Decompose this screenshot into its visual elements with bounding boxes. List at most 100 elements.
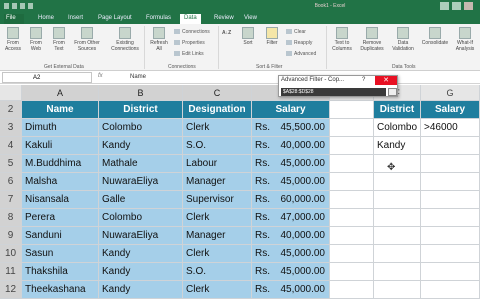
minimize-button[interactable]	[440, 2, 449, 10]
header-district[interactable]: District	[99, 101, 183, 119]
cell-salary[interactable]: Rs. 45,000.00	[252, 281, 330, 299]
row-header[interactable]: 8	[0, 209, 22, 227]
consolidate-button[interactable]: Consolidate	[420, 27, 450, 46]
cell-name[interactable]: Theekashana	[22, 281, 99, 299]
cell-designation[interactable]: Labour	[183, 155, 252, 173]
sort-az-button[interactable]: A↓Z	[222, 30, 231, 36]
cell-empty[interactable]	[330, 119, 374, 137]
cell-salary[interactable]: Rs. 47,000.00	[252, 209, 330, 227]
cell-empty[interactable]	[330, 173, 374, 191]
existing-connections-button[interactable]: Existing Connections	[108, 27, 142, 52]
row-header[interactable]: 3	[0, 119, 22, 137]
cell-designation[interactable]: S.O.	[183, 137, 252, 155]
fx-icon[interactable]: fx	[98, 73, 103, 79]
formula-input[interactable]: Name	[130, 74, 146, 80]
tab-view[interactable]: View	[244, 15, 257, 21]
cell-salary[interactable]: Rs. 60,000.00	[252, 191, 330, 209]
clear-filter-item[interactable]: Clear	[286, 29, 306, 35]
from-access-button[interactable]: From Access	[2, 27, 24, 52]
cell-salary[interactable]: Rs. 45,000.00	[252, 155, 330, 173]
cell-criteria[interactable]	[374, 173, 421, 191]
cell-criteria[interactable]	[421, 245, 480, 263]
cell-salary[interactable]: Rs. 45,000.00	[252, 245, 330, 263]
cell-empty[interactable]	[330, 209, 374, 227]
cell-designation[interactable]: Clerk	[183, 245, 252, 263]
tab-page-layout[interactable]: Page Layout	[98, 15, 132, 21]
cell-criteria[interactable]	[421, 227, 480, 245]
cell-district[interactable]: Colombo	[99, 119, 183, 137]
row-header[interactable]: 5	[0, 155, 22, 173]
cell-district[interactable]: Kandy	[99, 245, 183, 263]
tab-insert[interactable]: Insert	[68, 15, 83, 21]
cell-name[interactable]: Perera	[22, 209, 99, 227]
tab-data[interactable]: Data	[180, 14, 201, 24]
cell-empty[interactable]	[330, 281, 374, 299]
refresh-all-button[interactable]: Refresh All	[148, 27, 170, 52]
cell-name[interactable]: Dimuth	[22, 119, 99, 137]
cell-district[interactable]: NuwaraEliya	[99, 173, 183, 191]
cell-district[interactable]: NuwaraEliya	[99, 227, 183, 245]
from-text-button[interactable]: From Text	[48, 27, 70, 52]
header-designation[interactable]: Designation	[183, 101, 252, 119]
cell-criteria[interactable]	[374, 155, 421, 173]
criteria-header-district[interactable]: District	[374, 101, 421, 119]
connections-item[interactable]: Connections	[174, 29, 210, 35]
cell-name[interactable]: Nisansala	[22, 191, 99, 209]
cell-district[interactable]: Kandy	[99, 137, 183, 155]
cell-criteria[interactable]: >46000	[421, 119, 480, 137]
row-header[interactable]: 12	[0, 281, 22, 299]
cell-designation[interactable]: Clerk	[183, 281, 252, 299]
column-header-g[interactable]: G	[421, 85, 480, 101]
cell-criteria[interactable]	[421, 173, 480, 191]
text-to-columns-button[interactable]: Text to Columns	[330, 27, 354, 52]
cell-salary[interactable]: Rs. 45,000.00	[252, 263, 330, 281]
cell-empty[interactable]	[330, 137, 374, 155]
cell-district[interactable]: Kandy	[99, 281, 183, 299]
cell-empty[interactable]	[330, 191, 374, 209]
quick-access-toolbar[interactable]	[4, 3, 33, 9]
cell-designation[interactable]: Manager	[183, 173, 252, 191]
spreadsheet-grid[interactable]: A B C D E F G 2 Name District Designatio…	[0, 85, 480, 299]
cell-name[interactable]: Malsha	[22, 173, 99, 191]
name-box[interactable]: A2	[2, 72, 92, 83]
cell-district[interactable]: Colombo	[99, 209, 183, 227]
cell-district[interactable]: Mathale	[99, 155, 183, 173]
cell-criteria[interactable]	[421, 263, 480, 281]
what-if-analysis-button[interactable]: What-If Analysis	[452, 27, 478, 52]
tab-file[interactable]: File	[4, 14, 24, 24]
row-header[interactable]: 7	[0, 191, 22, 209]
dialog-close-button[interactable]: ✕	[375, 76, 397, 85]
cell-name[interactable]: Sanduni	[22, 227, 99, 245]
cell-criteria[interactable]: Kandy	[374, 137, 421, 155]
cell-criteria[interactable]	[374, 227, 421, 245]
cell-name[interactable]: Kakuli	[22, 137, 99, 155]
tab-home[interactable]: Home	[38, 15, 54, 21]
cell-criteria[interactable]	[374, 209, 421, 227]
tab-formulas[interactable]: Formulas	[146, 15, 171, 21]
row-header[interactable]: 4	[0, 137, 22, 155]
cell-criteria[interactable]	[374, 245, 421, 263]
cell-criteria[interactable]	[421, 191, 480, 209]
row-header[interactable]: 2	[0, 101, 22, 119]
criteria-header-salary[interactable]: Salary	[421, 101, 480, 119]
cell-salary[interactable]: Rs. 45,000.00	[252, 173, 330, 191]
cell-name[interactable]: Sasun	[22, 245, 99, 263]
filter-button[interactable]: Filter	[262, 27, 282, 46]
from-web-button[interactable]: From Web	[25, 27, 47, 52]
from-other-sources-button[interactable]: From Other Sources	[72, 27, 102, 52]
cell-criteria[interactable]	[421, 209, 480, 227]
cell-criteria[interactable]	[421, 155, 480, 173]
maximize-button[interactable]	[452, 2, 461, 10]
cell-designation[interactable]: Clerk	[183, 209, 252, 227]
edit-links-item[interactable]: Edit Links	[174, 51, 204, 57]
cell-empty[interactable]	[330, 263, 374, 281]
cell-salary[interactable]: Rs. 45,500.00	[252, 119, 330, 137]
row-header[interactable]: 11	[0, 263, 22, 281]
column-header-a[interactable]: A	[22, 85, 99, 101]
cell-designation[interactable]: Supervisor	[183, 191, 252, 209]
row-header[interactable]: 9	[0, 227, 22, 245]
cell-district[interactable]: Galle	[99, 191, 183, 209]
cell-criteria[interactable]: Colombo	[374, 119, 421, 137]
cell-name[interactable]: M.Buddhima	[22, 155, 99, 173]
close-window-button[interactable]	[464, 2, 473, 10]
